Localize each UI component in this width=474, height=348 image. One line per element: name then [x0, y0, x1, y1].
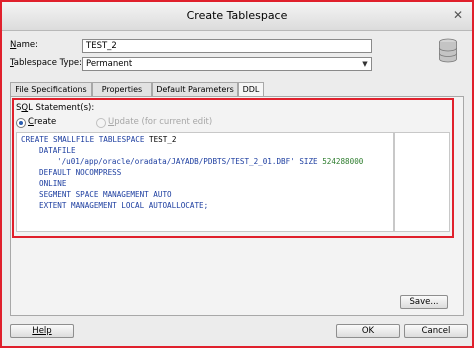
cancel-button[interactable]: Cancel [404, 324, 468, 338]
save-button[interactable]: Save... [400, 295, 448, 309]
tablespace-type-label: Tablespace Type: [10, 58, 83, 68]
tab-file-specifications[interactable]: File Specifications [10, 82, 92, 96]
create-tablespace-dialog: Create Tablespace ✕ Name: TEST_2 Tablesp… [0, 0, 474, 348]
tab-ddl[interactable]: DDL [238, 82, 264, 97]
close-icon[interactable]: ✕ [450, 8, 466, 24]
tab-properties[interactable]: Properties [92, 82, 152, 96]
tablespace-type-value: Permanent [86, 59, 133, 69]
database-icon [439, 38, 457, 63]
dialog-title: Create Tablespace [186, 9, 288, 22]
name-label: Name: [10, 40, 38, 50]
name-input[interactable]: TEST_2 [82, 39, 372, 53]
ok-button[interactable]: OK [336, 324, 400, 338]
tab-default-parameters[interactable]: Default Parameters [152, 82, 238, 96]
highlight-box [12, 98, 454, 238]
chevron-down-icon: ▼ [362, 60, 368, 68]
help-button[interactable]: Help [10, 324, 74, 338]
dialog-titlebar: Create Tablespace ✕ [2, 2, 472, 31]
tablespace-type-select[interactable]: Permanent ▼ [82, 57, 372, 71]
